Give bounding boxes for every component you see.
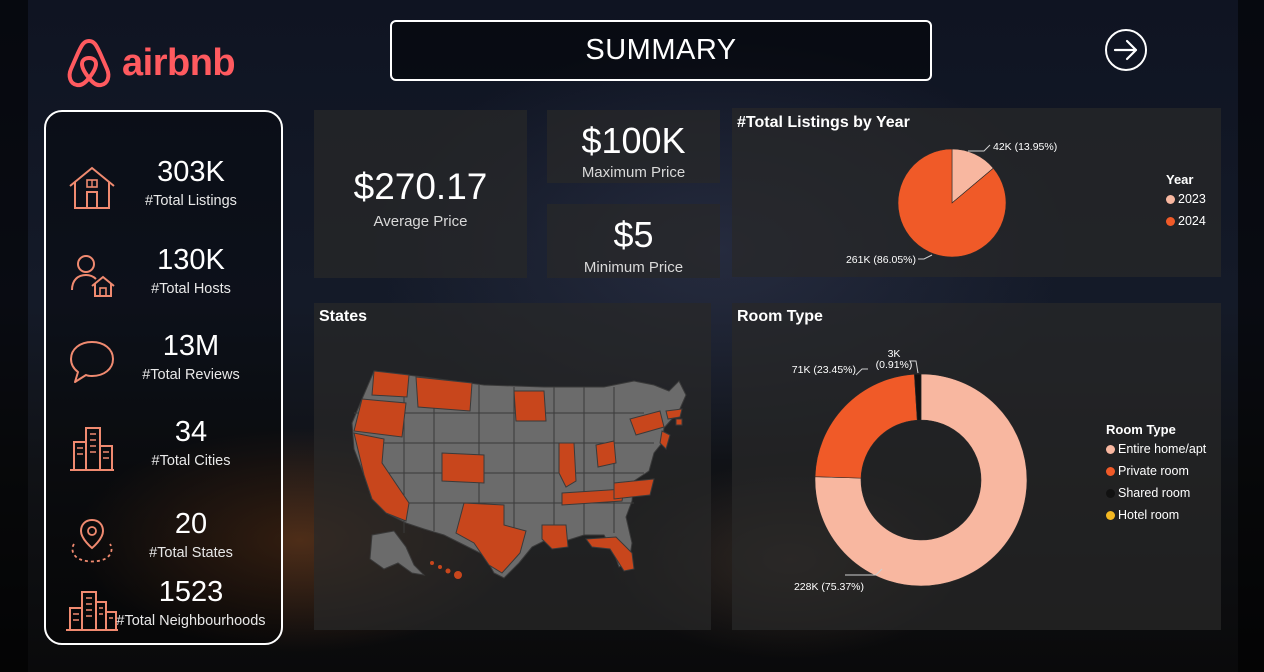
kpi-label: #Total Reviews	[142, 367, 240, 383]
data-label: 42K (13.95%)	[993, 141, 1057, 153]
kpi-label: #Total Hosts	[151, 281, 231, 297]
kpi-value: 34	[174, 416, 208, 448]
listings-by-year-pie-chart: 42K (13.95%) 261K (86.05%)	[846, 141, 1057, 266]
state-north-carolina	[613, 478, 655, 500]
legend-label: Hotel room	[1118, 508, 1180, 522]
legend-label: Private room	[1118, 464, 1189, 478]
legend-item-shared-room[interactable]: Shared room	[1106, 486, 1206, 500]
state-colorado	[441, 452, 485, 484]
legend-swatch	[1106, 466, 1115, 476]
kpi-value: 130K	[157, 244, 225, 276]
state-oregon	[353, 398, 407, 438]
listings-by-year-card: #Total Listings by Year 42K (13.95%) 261K…	[732, 108, 1221, 277]
legend-swatch	[1106, 488, 1115, 498]
minimum-price-card: $5 Minimum Price	[547, 204, 720, 278]
kpi-value: 1523	[158, 576, 224, 608]
kpi-total-cities: 34 #Total Cities	[46, 416, 285, 486]
maximum-price-label: Maximum Price	[581, 164, 686, 181]
legend-swatch	[1166, 194, 1175, 204]
average-price-card: $270.17 Average Price	[314, 110, 527, 278]
minimum-price-value: $5	[613, 214, 654, 255]
data-label-leader	[918, 254, 933, 260]
average-price-value: $270.17	[353, 166, 488, 207]
legend-label: Entire home/apt	[1118, 442, 1207, 456]
kpi-label: #Total Cities	[151, 453, 231, 469]
data-label: 228K (75.37%)	[794, 581, 864, 593]
slice-private-room[interactable]	[814, 373, 918, 479]
state-washington	[371, 370, 410, 398]
legend-item-entire-home[interactable]: Entire home/apt	[1106, 442, 1206, 456]
data-label-leader	[855, 368, 868, 376]
data-label-leader	[968, 144, 991, 152]
room-type-legend: Room Type Entire home/apt Private room S…	[1106, 422, 1206, 530]
kpi-total-neighbourhoods: 1523 #Total Neighbourhoods	[46, 576, 285, 646]
legend-label: 2023	[1178, 192, 1206, 206]
kpi-value: 13M	[162, 330, 220, 362]
year-legend: Year 2023 2024	[1166, 172, 1206, 236]
room-type-legend-title: Room Type	[1106, 422, 1176, 437]
kpi-panel: 303K #Total Listings 130K #Total Hosts 1…	[44, 110, 283, 645]
year-legend-title: Year	[1166, 172, 1194, 187]
kpi-total-listings: 303K #Total Listings	[46, 156, 285, 226]
airbnb-logo-icon	[67, 39, 111, 88]
right-edge-shade	[1238, 0, 1264, 672]
legend-item-2024[interactable]: 2024	[1166, 214, 1206, 228]
kpi-label: #Total Listings	[145, 193, 237, 209]
maximum-price-card: $100K Maximum Price	[547, 110, 720, 183]
brand-name: airbnb	[122, 41, 236, 84]
page-title: SUMMARY	[390, 20, 932, 81]
maximum-price-value: $100K	[581, 120, 686, 161]
kpi-value: 20	[174, 508, 208, 540]
state-montana	[415, 376, 473, 412]
legend-swatch	[1106, 444, 1115, 454]
room-type-card: Room Type 228K (75.37%) 71K (23.45%) 3K (0.…	[732, 303, 1221, 630]
kpi-value: 303K	[157, 156, 225, 188]
state-hawaii	[430, 561, 462, 579]
state-minnesota	[513, 390, 547, 422]
left-edge-shade	[0, 0, 28, 672]
us-states-map[interactable]	[314, 303, 711, 630]
data-label: 71K (23.45%)	[792, 364, 856, 376]
legend-label: Shared room	[1118, 486, 1191, 500]
state-louisiana	[541, 524, 569, 550]
airbnb-logo: airbnb	[66, 33, 256, 93]
state-rhode-island	[675, 418, 683, 426]
legend-item-private-room[interactable]: Private room	[1106, 464, 1206, 478]
state-massachusetts	[665, 408, 683, 420]
data-label: 261K (86.05%)	[846, 254, 916, 266]
legend-item-hotel-room[interactable]: Hotel room	[1106, 508, 1206, 522]
kpi-total-hosts: 130K #Total Hosts	[46, 244, 285, 314]
legend-item-2023[interactable]: 2023	[1166, 192, 1206, 206]
data-label: (0.91%)	[876, 359, 913, 371]
neighbourhood-icon	[66, 591, 118, 631]
arrow-right-circle-icon[interactable]	[1104, 28, 1148, 72]
kpi-label: #Total States	[149, 545, 233, 561]
kpi-label: #Total Neighbourhoods	[116, 613, 266, 629]
legend-swatch	[1106, 510, 1115, 520]
state-ohio	[595, 440, 617, 468]
average-price-label: Average Price	[373, 213, 468, 230]
minimum-price-label: Minimum Price	[583, 259, 684, 276]
state-new-jersey	[659, 430, 671, 450]
legend-swatch	[1166, 216, 1175, 226]
kpi-total-states: 20 #Total States	[46, 508, 285, 578]
legend-label: 2024	[1178, 214, 1206, 228]
state-alaska	[369, 530, 426, 576]
kpi-total-reviews: 13M #Total Reviews	[46, 330, 285, 400]
states-map-card: States	[314, 303, 711, 630]
